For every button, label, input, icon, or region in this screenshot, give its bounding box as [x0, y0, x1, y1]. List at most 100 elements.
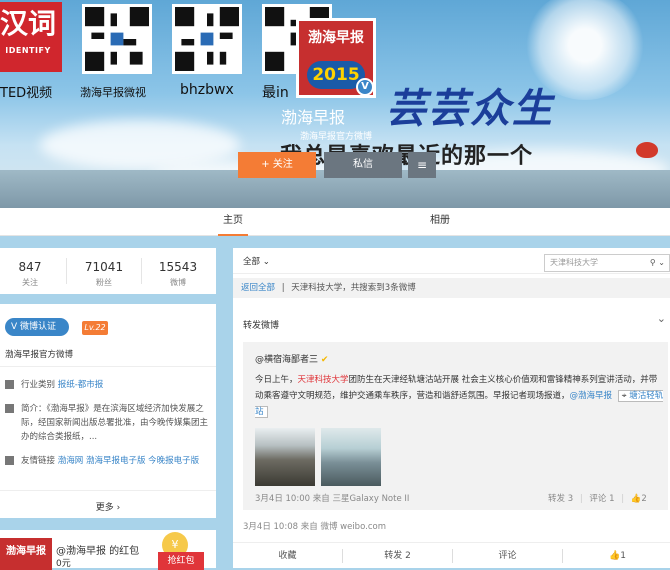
username-text: 渤海早报 [280, 108, 345, 127]
divider [66, 258, 67, 284]
links-label: 友情链接 [21, 456, 56, 466]
verified-desc: 渤海早报官方微博 [5, 350, 74, 360]
stat-followers[interactable]: 71041 粉丝 [68, 248, 140, 288]
profile-tabs: 主页 相册 [0, 208, 670, 236]
chevron-down-icon[interactable]: ⌄ [657, 312, 666, 325]
filter-dropdown[interactable]: 全部 ⌄ [243, 255, 270, 267]
red-packet-text[interactable]: @渤海早报 的红包 [56, 542, 139, 557]
tab-home[interactable]: 主页 [218, 208, 248, 236]
post-text-part: 今日上午， [255, 375, 298, 385]
like-count: 1 [620, 551, 626, 561]
verified-cert-badge[interactable]: V 微博认证 [5, 318, 69, 336]
from-label: 来自 [312, 494, 330, 504]
stat-followers-value: 71041 [84, 260, 124, 274]
search-text: 天津科技大学 [550, 258, 598, 267]
post-image[interactable] [321, 428, 381, 486]
v-icon: V [11, 322, 21, 332]
filter-label: 全部 [243, 257, 261, 267]
red-packet-amount: 0元 [56, 559, 71, 569]
qr-label-zuiin: 最in [262, 85, 289, 101]
stat-following-label: 关注 [22, 278, 38, 287]
ted-logo-sub: IDENTIFY [5, 46, 51, 55]
original-date[interactable]: 3月4日 10:00 [255, 494, 310, 504]
qr-label-ted: TED视频 [0, 86, 53, 101]
from-label: 来自 [300, 522, 318, 532]
like-button[interactable]: 👍1 [563, 543, 670, 569]
back-to-all-link[interactable]: 返回全部 [241, 283, 275, 293]
comment-button[interactable]: 评论 [453, 543, 562, 569]
edit-icon [5, 404, 14, 413]
like-icon[interactable]: 👍 [631, 494, 642, 504]
friend-link[interactable]: 渤海网 [58, 456, 84, 466]
original-author-name: @横宿海鄙者三 [255, 355, 319, 365]
ladybug-decoration [636, 142, 658, 158]
device-name: 三星Galaxy Note II [332, 494, 410, 504]
stat-following[interactable]: 847 关注 [0, 248, 66, 288]
friend-link[interactable]: 渤海早报电子版 [86, 456, 146, 466]
category-value[interactable]: 报纸-都市报 [58, 380, 104, 390]
verified-cert-label: 微博认证 [20, 322, 57, 332]
mention-link[interactable]: @渤海早报 [570, 391, 613, 401]
intro-row: 简介：《渤海早报》是在滨海区域经济加快发展之际，经国家新闻出版总署批准，由今晚传… [5, 402, 210, 444]
qr-code-bhzbwx [172, 4, 242, 74]
post-date[interactable]: 3月4日 10:08 [243, 522, 298, 532]
profile-info-card: V 微博认证 Lv.22 渤海早报官方微博 行业类别 报纸-都市报 简介：《渤海… [0, 304, 216, 518]
post-action-bar: 收藏 转发 2 评论 👍1 [233, 542, 670, 568]
breadcrumb-separator: | [281, 283, 285, 293]
stats-card: 847 关注 71041 粉丝 15543 微博 [0, 248, 216, 294]
stat-following-value: 847 [18, 260, 42, 274]
tab-album[interactable]: 相册 [425, 208, 455, 236]
qr-label-weishi: 渤海早报微视 [80, 86, 146, 99]
original-comment-count[interactable]: 评论 1 [589, 494, 614, 504]
post-image[interactable] [255, 428, 315, 486]
red-packet-thumb: 渤海早报 [0, 538, 52, 570]
post-source: 微博 weibo.com [320, 522, 386, 532]
divider [0, 366, 216, 367]
profile-banner: 汉词 IDENTIFY TED视频 渤海早报微视 bhzbwx 最in 芸芸众生… [0, 0, 670, 208]
follow-button[interactable]: + 关注 [238, 152, 316, 178]
ted-logo-text: 汉词 [0, 7, 56, 40]
friend-link[interactable]: 今晚报电子版 [148, 456, 199, 466]
user-verified-desc: 渤海早报官方微博 [300, 132, 373, 142]
separator: | [621, 494, 625, 504]
original-repost-count[interactable]: 转发 3 [548, 494, 573, 504]
verified-v-icon: ✔ [320, 355, 329, 365]
stat-posts[interactable]: 15543 微博 [142, 248, 214, 288]
red-packet-card: 渤海早报 @渤海早报 的红包 0元 ¥ 抢红包 [0, 530, 216, 570]
stat-posts-label: 微博 [170, 278, 186, 287]
banner-slogan-sub: 我总是喜欢最近的那一个 [280, 143, 534, 169]
stat-posts-value: 15543 [158, 260, 198, 274]
original-post-text: 今日上午，天津科技大学团防生在天津经轨塘沽站开展 社会主义核心价值观和雷锋精神系… [255, 372, 665, 420]
original-author[interactable]: @横宿海鄙者三 ✔ [255, 352, 328, 365]
qr-code-weishi [82, 4, 152, 74]
link-icon [5, 456, 14, 465]
more-info-link[interactable]: 更多 › [0, 500, 216, 513]
category-label: 行业类别 [21, 380, 56, 390]
level-badge[interactable]: Lv.22 [82, 321, 108, 335]
category-row: 行业类别 报纸-都市报 [5, 378, 210, 392]
menu-icon[interactable]: ≡ [408, 152, 436, 178]
ted-logo: 汉词 IDENTIFY [0, 2, 62, 72]
favorite-button[interactable]: 收藏 [233, 543, 342, 569]
avatar-title: 渤海早报 [308, 30, 364, 46]
repost-label: 转发微博 [243, 321, 280, 331]
repost-button[interactable]: 转发 2 [343, 543, 452, 569]
original-like-count: 2 [641, 494, 647, 504]
post-keyword-highlight: 天津科技大学 [297, 375, 349, 385]
search-icon[interactable]: ⚲ ⌄ [650, 255, 665, 271]
breadcrumb: 返回全部 | 天津科技大学，共搜索到3条微博 [233, 278, 670, 298]
search-input[interactable]: 天津科技大学 ⚲ ⌄ [544, 254, 670, 272]
chevron-down-icon: ⌄ [262, 257, 270, 267]
message-button[interactable]: 私信 [324, 152, 402, 178]
original-post-meta: 3月4日 10:00 来自 三星Galaxy Note II [255, 492, 409, 504]
verified-badge-icon: V [356, 78, 374, 96]
briefcase-icon [5, 380, 14, 389]
grab-red-packet-button[interactable]: 抢红包 [158, 552, 204, 570]
stat-followers-label: 粉丝 [96, 278, 112, 287]
feed-post: 转发微博 ⌄ @横宿海鄙者三 ✔ 今日上午，天津科技大学团防生在天津经轨塘沽站开… [233, 304, 670, 568]
feed-filter-bar: 全部 ⌄ 天津科技大学 ⚲ ⌄ [233, 248, 670, 274]
username: 渤海早报 [0, 104, 670, 128]
search-result-summary: 天津科技大学，共搜索到3条微博 [291, 283, 416, 293]
original-post-actions: 转发 3 | 评论 1 | 👍2 [548, 492, 647, 504]
post-meta: 3月4日 10:08 来自 微博 weibo.com [243, 520, 386, 532]
